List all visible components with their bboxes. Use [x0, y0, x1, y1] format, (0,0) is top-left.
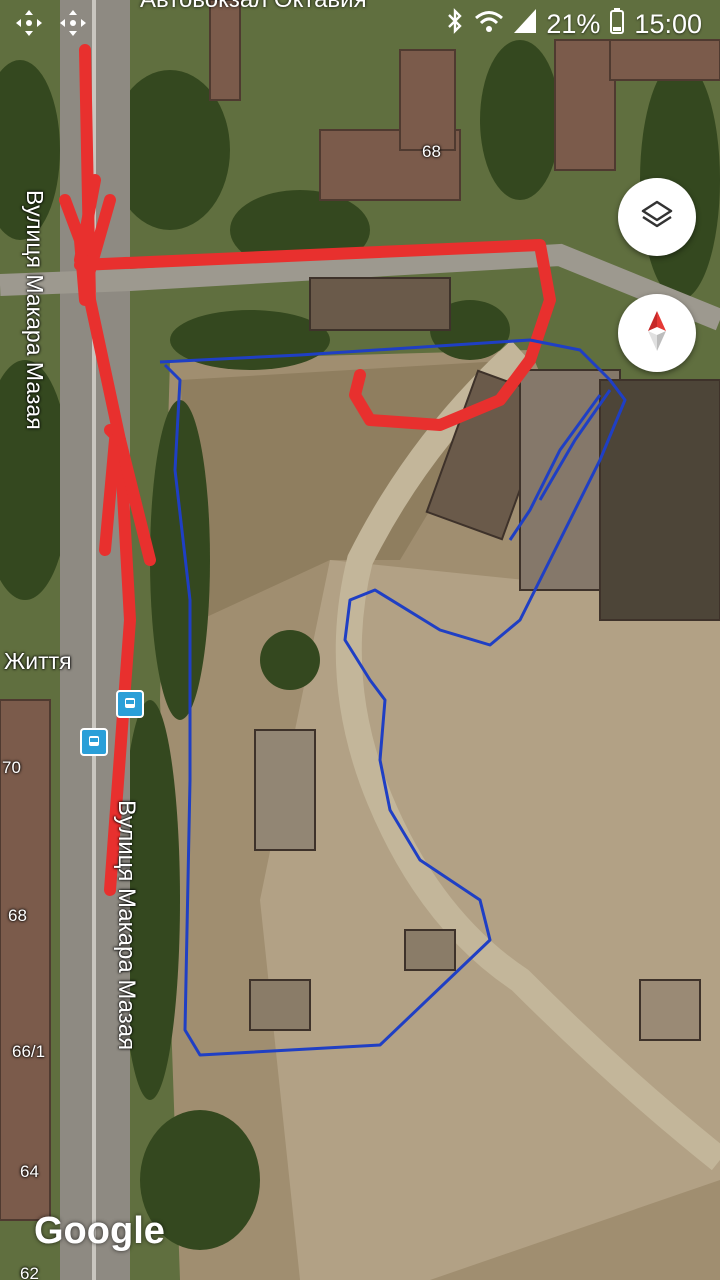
bus-stop-icon[interactable]	[80, 728, 108, 756]
move-icon	[14, 8, 44, 38]
house-number: 66/1	[12, 1042, 46, 1061]
house-number: 68	[8, 906, 27, 925]
street-label-left: Життя	[4, 648, 72, 674]
house-number: 64	[20, 1162, 39, 1181]
bus-stop-icon[interactable]	[116, 690, 144, 718]
move-icon	[58, 8, 88, 38]
satellite-imagery	[0, 0, 720, 1280]
status-bar: Автовокзал Октавия 21% 15:00	[0, 0, 720, 50]
compass-icon	[642, 309, 672, 358]
compass-button[interactable]	[618, 294, 696, 372]
battery-percent: 21%	[546, 9, 601, 39]
map-label-top: Автовокзал Октавия	[140, 0, 367, 14]
house-number: 68	[422, 142, 441, 161]
signal-icon	[514, 9, 537, 40]
clock: 15:00	[634, 9, 702, 39]
layers-icon	[639, 197, 675, 238]
battery-icon	[610, 8, 625, 41]
house-number: 62	[20, 1264, 39, 1280]
map-view[interactable]: Автовокзал Октавия 21% 15:00	[0, 0, 720, 1280]
street-label-bottom: Вулиця Макара Мазая	[113, 800, 140, 1051]
bluetooth-icon	[446, 8, 464, 41]
wifi-icon	[474, 9, 504, 40]
layers-button[interactable]	[618, 178, 696, 256]
street-label-top: Вулиця Макара Мазая	[22, 190, 48, 430]
google-logo: Google	[34, 1210, 165, 1252]
house-number: 70	[2, 758, 21, 777]
